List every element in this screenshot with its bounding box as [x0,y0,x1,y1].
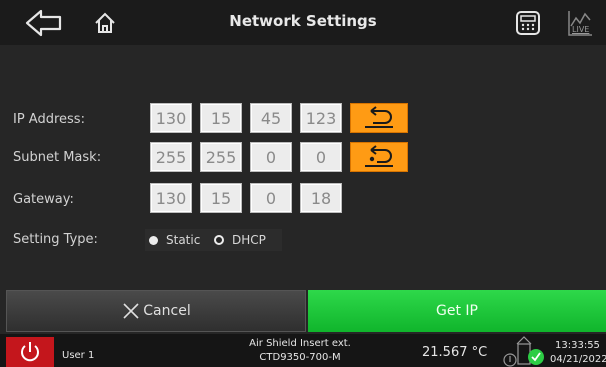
ip-octet-3[interactable]: 45 [250,103,292,133]
gateway-octet-1[interactable]: 130 [150,183,192,213]
subnet-octet-3[interactable]: 0 [250,142,292,172]
gateway-octet-3[interactable]: 0 [250,183,292,213]
radio-dhcp-label: DHCP [232,233,266,247]
power-icon [21,342,39,362]
subnet-octet-4[interactable]: 0 [300,142,342,172]
live-chart-icon[interactable]: LIVE [566,8,594,38]
subnet-octet-1[interactable]: 255 [150,142,192,172]
radio-dhcp-indicator [214,235,224,245]
device-model: CTD9350-700-M [259,352,341,363]
get-ip-button[interactable]: Get IP [308,290,606,332]
ip-octet-1[interactable]: 130 [150,103,192,133]
clock-date: 04/21/2022 [550,354,606,365]
ip-octet-2[interactable]: 15 [200,103,242,133]
ip-undo-button[interactable] [350,103,408,133]
clock-time: 13:33:55 [555,340,600,351]
keypad-icon[interactable] [514,8,542,38]
gateway-octet-4[interactable]: 18 [300,183,342,213]
cancel-button[interactable]: Cancel [6,290,306,332]
power-button[interactable] [6,337,54,367]
cancel-button-label: Cancel [143,303,191,319]
close-icon [123,303,139,319]
radio-dhcp[interactable]: DHCP [214,233,266,247]
ip-address-label: IP Address: [13,112,85,127]
temperature-readout: 21.567 °C [422,345,488,360]
radio-static-indicator [149,235,158,245]
subnet-octet-2[interactable]: 255 [200,142,242,172]
setting-type-label: Setting Type: [13,232,98,247]
network-settings-screen: Network Settings LIVE IP Address: Subnet… [0,0,606,367]
radio-static[interactable]: Static [149,233,200,247]
undo-arrow-icon [365,106,393,128]
top-bar: Network Settings LIVE [0,0,606,45]
get-ip-button-label: Get IP [436,303,478,319]
user-label: User 1 [62,350,95,361]
gateway-label: Gateway: [13,192,74,207]
live-label: LIVE [572,25,590,34]
gateway-octet-2[interactable]: 15 [200,183,242,213]
sensor-status-icon [500,336,550,367]
radio-static-label: Static [166,233,201,247]
subnet-mask-label: Subnet Mask: [13,150,102,165]
setting-type-radio-group: Static DHCP [145,229,282,251]
ip-octet-4[interactable]: 123 [300,103,342,133]
undo-default-icon [365,145,393,167]
subnet-default-button[interactable] [350,142,408,172]
device-name: Air Shield Insert ext. [249,338,351,349]
